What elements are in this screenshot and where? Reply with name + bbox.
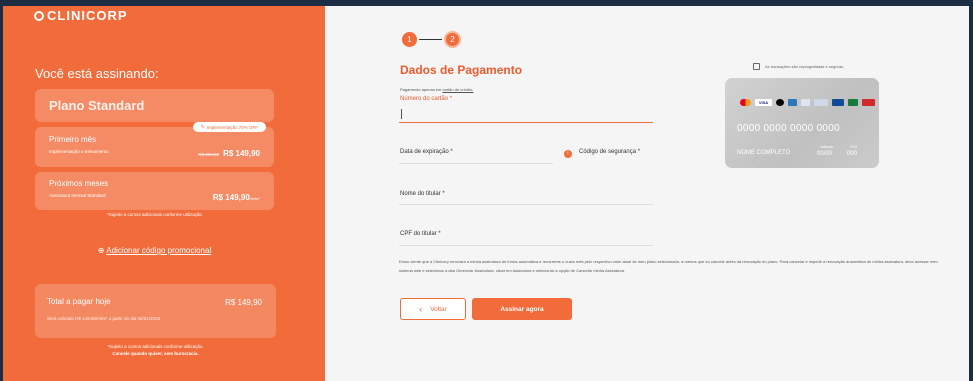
holder-name-input[interactable] bbox=[399, 204, 653, 205]
promo-code-label: Adicionar código promocional bbox=[106, 246, 212, 255]
total-value: R$ 149,90 bbox=[225, 298, 262, 307]
info-icon[interactable]: ! bbox=[564, 150, 572, 158]
visa-icon: VISA bbox=[755, 99, 772, 106]
step-1: 1 bbox=[402, 32, 417, 47]
expiry-input[interactable] bbox=[399, 163, 553, 164]
chevron-left-icon: ‹ bbox=[419, 304, 423, 314]
next-months-price-group: R$ 149,90/mês* bbox=[213, 193, 260, 202]
logo-text: CLINICORP bbox=[47, 8, 128, 23]
card-number-input[interactable] bbox=[399, 106, 653, 123]
hipercard-icon bbox=[814, 99, 828, 106]
mastercard-icon bbox=[740, 99, 751, 106]
add-circle-icon: ⊕ bbox=[97, 246, 105, 255]
elo-icon bbox=[776, 99, 784, 106]
aura-icon bbox=[862, 99, 875, 106]
first-month-old-price: R$ 499,00 bbox=[198, 152, 220, 157]
cpf-label: CPF do titular * bbox=[400, 231, 441, 237]
discount-badge-label: Implementação 70% OFF bbox=[206, 124, 258, 130]
next-months-card: Próximos meses Assinatura mensal Standar… bbox=[35, 172, 274, 210]
payment-subtitle: Pagamento apenas em cartão de crédito. bbox=[400, 87, 473, 92]
stepper: 1 2 bbox=[402, 31, 461, 48]
step-connector bbox=[419, 39, 442, 40]
usage-note: *Sujeito a cursos adicionais conforme ut… bbox=[106, 212, 203, 217]
page-title: Dados de Pagamento bbox=[400, 63, 523, 77]
text-caret bbox=[401, 109, 402, 119]
card-brands: VISA bbox=[740, 99, 875, 106]
credit-card-link[interactable]: cartão de crédito. bbox=[443, 87, 474, 92]
diners-icon bbox=[801, 99, 810, 106]
card-number-label: Número do cartão * bbox=[400, 96, 453, 102]
secure-note-text: As transações são criptografadas e segur… bbox=[765, 64, 845, 69]
payment-subtitle-prefix: Pagamento apenas em bbox=[400, 87, 442, 92]
submit-button[interactable]: Assinar agora bbox=[472, 298, 572, 320]
first-month-price: R$ 149,90 bbox=[223, 149, 260, 158]
secure-note: As transações são criptografadas e segur… bbox=[753, 63, 844, 70]
discount-badge: ↻ Implementação 70% OFF bbox=[192, 122, 266, 132]
first-month-title: Primeiro mês bbox=[49, 135, 97, 144]
refresh-icon: ↻ bbox=[200, 124, 205, 129]
promo-code-link[interactable]: ⊕ Adicionar código promocional bbox=[35, 246, 274, 255]
footer-note-2: Cancele quando quiser, sem burocracia. bbox=[112, 351, 199, 356]
next-months-title: Próximos meses bbox=[49, 179, 109, 188]
step-2: 2 bbox=[444, 31, 461, 48]
discover-icon bbox=[832, 99, 844, 106]
first-month-card: ↻ Implementação 70% OFF Primeiro mês Imp… bbox=[35, 122, 274, 167]
logo-ring-icon bbox=[34, 10, 44, 21]
card-preview-validity: 00/00 bbox=[817, 151, 833, 157]
card-preview-cvv-label: CVV bbox=[850, 145, 858, 149]
summary-heading: Você está assinando: bbox=[35, 66, 159, 81]
lock-icon bbox=[753, 63, 760, 70]
next-months-period: /mês* bbox=[249, 196, 260, 201]
card-preview-validity-label: validade bbox=[820, 145, 834, 149]
card-preview-cvv: 000 bbox=[847, 151, 858, 157]
card-preview: VISA 0000 0000 0000 0000 NOME COMPLETO v… bbox=[725, 78, 879, 168]
plan-name: Plano Standard bbox=[35, 89, 274, 122]
amex-icon bbox=[788, 99, 797, 106]
next-months-price: R$ 149,90 bbox=[212, 193, 250, 202]
expiry-label: Data de expiração * bbox=[400, 149, 453, 155]
back-button[interactable]: ‹ Voltar bbox=[400, 298, 466, 320]
footer-note-1: *Sujeito a cursos adicionais conforme ut… bbox=[107, 344, 204, 349]
footer-notes: *Sujeito a cursos adicionais conforme ut… bbox=[35, 343, 276, 357]
holder-name-label: Nome do titular * bbox=[400, 191, 445, 197]
jcb-icon bbox=[848, 99, 858, 106]
back-button-label: Voltar bbox=[430, 305, 447, 313]
cvv-label: Código de segurança * bbox=[579, 149, 641, 155]
total-detail: Será cobrado R$ 149,90/mês* a partir do … bbox=[47, 316, 161, 321]
total-card: Total a pagar hoje R$ 149,90 Será cobrad… bbox=[35, 284, 276, 338]
first-month-price-group: R$ 499,00 R$ 149,90 bbox=[198, 149, 260, 158]
card-preview-name: NOME COMPLETO bbox=[737, 150, 791, 156]
logo: CLINICORP bbox=[34, 8, 128, 23]
terms-text: Estou ciente que a Clinicorp renovará a … bbox=[399, 259, 938, 273]
card-preview-number: 0000 0000 0000 0000 bbox=[737, 123, 841, 134]
cpf-input[interactable] bbox=[399, 245, 653, 246]
